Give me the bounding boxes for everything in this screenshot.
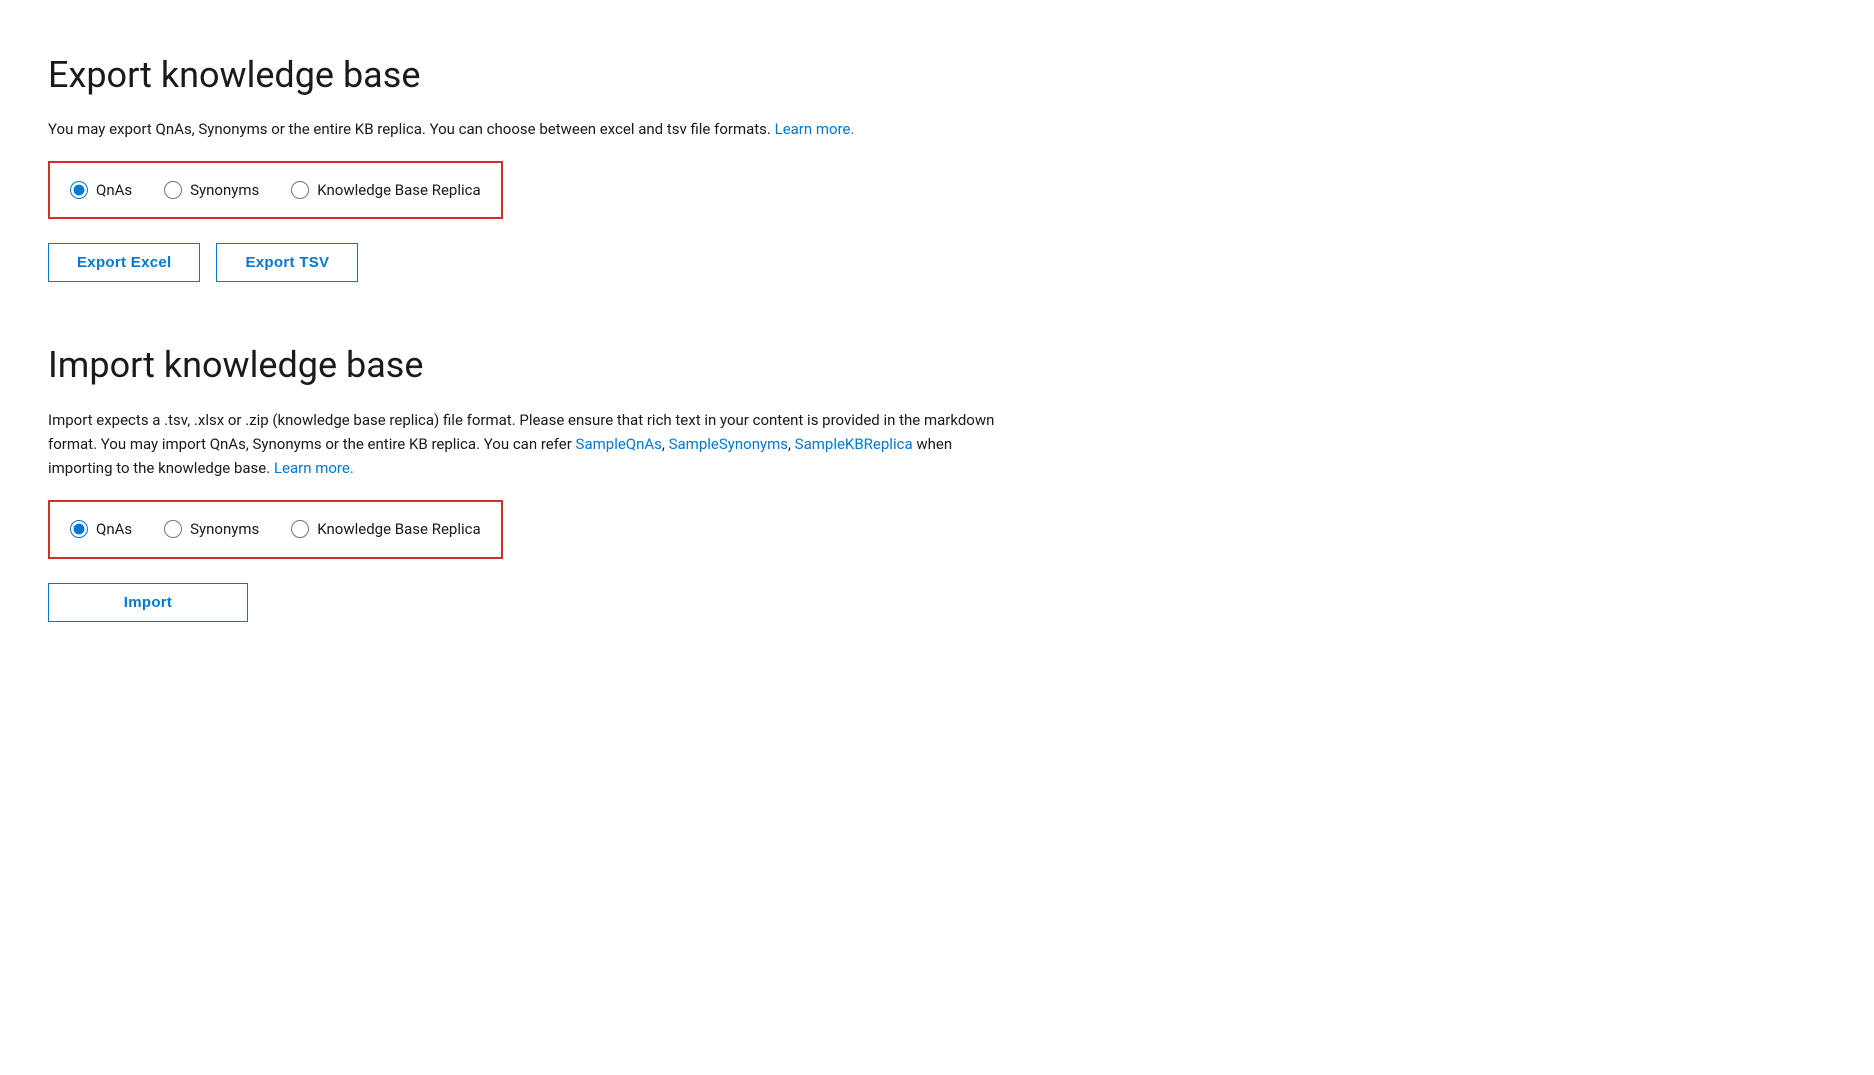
- import-section-description: Import expects a .tsv, .xlsx or .zip (kn…: [48, 408, 1008, 480]
- export-excel-button[interactable]: Export Excel: [48, 243, 200, 282]
- export-synonyms-label: Synonyms: [190, 179, 259, 202]
- export-section: Export knowledge base You may export QnA…: [48, 48, 1826, 282]
- import-qnas-label: QnAs: [96, 518, 132, 541]
- import-qnas-option[interactable]: QnAs: [70, 518, 132, 541]
- sample-kbreplica-link[interactable]: SampleKBReplica: [795, 435, 913, 453]
- import-kbreplica-label: Knowledge Base Replica: [317, 518, 480, 541]
- import-synonyms-label: Synonyms: [190, 518, 259, 541]
- export-qnas-label: QnAs: [96, 179, 132, 202]
- import-button-group: Import: [48, 583, 1826, 622]
- export-kbreplica-label: Knowledge Base Replica: [317, 179, 480, 202]
- export-button-group: Export Excel Export TSV: [48, 243, 1826, 282]
- import-kbreplica-radio[interactable]: [291, 520, 309, 538]
- export-kbreplica-radio[interactable]: [291, 181, 309, 199]
- export-synonyms-radio[interactable]: [164, 181, 182, 199]
- import-radio-group: QnAs Synonyms Knowledge Base Replica: [48, 500, 503, 559]
- export-tsv-button[interactable]: Export TSV: [216, 243, 358, 282]
- import-section: Import knowledge base Import expects a .…: [48, 338, 1826, 622]
- import-synonyms-radio[interactable]: [164, 520, 182, 538]
- export-learn-more-link[interactable]: Learn more.: [775, 120, 855, 138]
- export-kbreplica-option[interactable]: Knowledge Base Replica: [291, 179, 480, 202]
- import-section-title: Import knowledge base: [48, 338, 1826, 392]
- export-qnas-option[interactable]: QnAs: [70, 179, 132, 202]
- import-button[interactable]: Import: [48, 583, 248, 622]
- export-synonyms-option[interactable]: Synonyms: [164, 179, 259, 202]
- sample-qnas-link[interactable]: SampleQnAs: [576, 435, 662, 453]
- import-kbreplica-option[interactable]: Knowledge Base Replica: [291, 518, 480, 541]
- import-qnas-radio[interactable]: [70, 520, 88, 538]
- import-synonyms-option[interactable]: Synonyms: [164, 518, 259, 541]
- export-radio-group: QnAs Synonyms Knowledge Base Replica: [48, 161, 503, 220]
- import-learn-more-link[interactable]: Learn more.: [274, 459, 354, 477]
- export-section-title: Export knowledge base: [48, 48, 1826, 102]
- export-qnas-radio[interactable]: [70, 181, 88, 199]
- export-section-description: You may export QnAs, Synonyms or the ent…: [48, 118, 948, 141]
- sample-synonyms-link[interactable]: SampleSynonyms: [669, 435, 788, 453]
